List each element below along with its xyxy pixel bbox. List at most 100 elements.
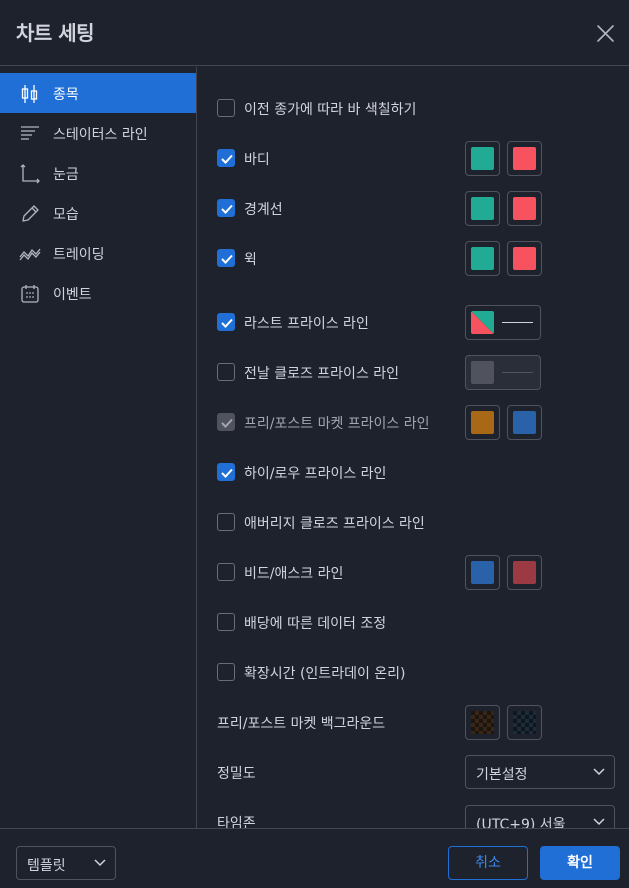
sidebar-item-scales[interactable]: 눈금 [0, 153, 196, 193]
setting-last-price-line: 라스트 프라이스 라인 [197, 302, 629, 342]
sidebar-item-label: 스테이터스 라인 [53, 127, 148, 143]
avg-close-line-checkbox[interactable] [217, 513, 235, 531]
cancel-button[interactable]: 취소 [448, 846, 528, 880]
bid-color-button[interactable] [465, 555, 500, 590]
setting-pre-post-background: 프리/포스트 마켓 백그라운드 [197, 702, 629, 742]
wick-label: 윅 [244, 252, 257, 268]
borders-checkbox[interactable] [217, 199, 235, 217]
color-swatch [471, 247, 494, 270]
sidebar-item-label: 모습 [53, 207, 79, 223]
settings-panel: 이전 종가에 따라 바 색칠하기 바디 경계선 윅 라스트 프라이스 라인 전날… [197, 67, 629, 828]
color-bars-checkbox[interactable] [217, 99, 235, 117]
dialog-title: 차트 세팅 [16, 21, 95, 45]
setting-bid-ask-line: 비드/애스크 라인 [197, 552, 629, 592]
chevron-down-icon [94, 859, 106, 867]
dialog-header: 차트 세팅 [0, 0, 629, 66]
setting-prev-close-line: 전날 클로즈 프라이스 라인 [197, 352, 629, 392]
sidebar-item-label: 이벤트 [53, 287, 92, 303]
color-swatch [471, 411, 494, 434]
chevron-down-icon [593, 818, 605, 826]
pre-post-line-checkbox[interactable] [217, 413, 235, 431]
precision-select[interactable]: 기본설정 [465, 755, 615, 789]
setting-avg-close-line: 애버리지 클로즈 프라이스 라인 [197, 502, 629, 542]
bid-ask-line-label: 비드/애스크 라인 [244, 566, 344, 582]
borders-up-color-button[interactable] [465, 191, 500, 226]
sidebar-item-label: 트레이딩 [53, 247, 105, 263]
sidebar-item-events[interactable]: 이벤트 [0, 273, 196, 313]
setting-pre-post-line: 프리/포스트 마켓 프라이스 라인 [197, 402, 629, 442]
extended-hours-checkbox[interactable] [217, 663, 235, 681]
setting-body: 바디 [197, 138, 629, 178]
timezone-select[interactable]: (UTC+9) 서울 [465, 805, 615, 828]
last-price-line-checkbox[interactable] [217, 313, 235, 331]
status-line-icon [21, 126, 39, 140]
setting-extended-hours: 확장시간 (인트라데이 온리) [197, 652, 629, 692]
scales-icon [20, 164, 40, 184]
borders-down-color-button[interactable] [507, 191, 542, 226]
sidebar-item-appearance[interactable]: 모습 [0, 193, 196, 233]
borders-label: 경계선 [244, 202, 283, 218]
close-icon [597, 25, 614, 42]
precision-value: 기본설정 [476, 767, 528, 783]
prev-close-line-style-button[interactable] [465, 355, 541, 390]
sidebar-item-label: 종목 [53, 87, 79, 103]
check-icon [221, 418, 233, 428]
sidebar-item-symbol[interactable]: 종목 [0, 73, 196, 113]
setting-borders: 경계선 [197, 188, 629, 228]
trading-icon [19, 248, 41, 261]
calendar-icon [21, 285, 39, 303]
check-icon [221, 254, 233, 264]
avg-close-line-label: 애버리지 클로즈 프라이스 라인 [244, 516, 425, 532]
pencil-icon [22, 205, 39, 222]
line-style-preview [502, 322, 533, 323]
last-price-line-label: 라스트 프라이스 라인 [244, 316, 369, 332]
color-swatch [513, 561, 536, 584]
color-swatch [513, 411, 536, 434]
wick-checkbox[interactable] [217, 249, 235, 267]
setting-color-bars: 이전 종가에 따라 바 색칠하기 [197, 88, 629, 128]
split-color-swatch [471, 311, 494, 334]
dividend-adjust-checkbox[interactable] [217, 613, 235, 631]
sidebar-item-trading[interactable]: 트레이딩 [0, 233, 196, 273]
prev-close-line-label: 전날 클로즈 프라이스 라인 [244, 366, 400, 382]
setting-timezone: 타임존 (UTC+9) 서울 [197, 802, 629, 828]
post-market-color-button[interactable] [507, 405, 542, 440]
line-style-preview [502, 372, 533, 373]
body-up-color-button[interactable] [465, 141, 500, 176]
check-icon [221, 468, 233, 478]
setting-dividend-adjust: 배당에 따른 데이터 조정 [197, 602, 629, 642]
pre-market-color-button[interactable] [465, 405, 500, 440]
color-swatch [513, 197, 536, 220]
precision-label: 정밀도 [217, 766, 256, 782]
wick-down-color-button[interactable] [507, 241, 542, 276]
body-down-color-button[interactable] [507, 141, 542, 176]
sidebar-item-status-line[interactable]: 스테이터스 라인 [0, 113, 196, 153]
prev-close-line-checkbox[interactable] [217, 363, 235, 381]
pre-post-background-label: 프리/포스트 마켓 백그라운드 [217, 716, 386, 732]
post-market-background-button[interactable] [507, 705, 542, 740]
close-button[interactable] [592, 20, 620, 48]
last-price-line-style-button[interactable] [465, 305, 541, 340]
wick-up-color-button[interactable] [465, 241, 500, 276]
template-dropdown[interactable]: 템플릿 [16, 846, 116, 880]
bid-ask-line-checkbox[interactable] [217, 563, 235, 581]
check-icon [221, 318, 233, 328]
color-bars-label: 이전 종가에 따라 바 색칠하기 [244, 102, 417, 118]
body-label: 바디 [244, 152, 270, 168]
pre-market-background-button[interactable] [465, 705, 500, 740]
extended-hours-label: 확장시간 (인트라데이 온리) [244, 666, 406, 682]
color-swatch [471, 147, 494, 170]
high-low-line-label: 하이/로우 프라이스 라인 [244, 466, 387, 482]
timezone-value: (UTC+9) 서울 [476, 817, 566, 828]
checkered-swatch [513, 711, 536, 734]
body-checkbox[interactable] [217, 149, 235, 167]
ok-button[interactable]: 확인 [540, 846, 620, 880]
check-icon [221, 204, 233, 214]
template-label: 템플릿 [27, 858, 66, 874]
high-low-line-checkbox[interactable] [217, 463, 235, 481]
dividend-adjust-label: 배당에 따른 데이터 조정 [244, 616, 387, 632]
color-swatch [513, 247, 536, 270]
ask-color-button[interactable] [507, 555, 542, 590]
sidebar: 종목 스테이터스 라인 눈금 모습 트레이딩 이벤트 [0, 67, 197, 828]
checkered-swatch [471, 711, 494, 734]
